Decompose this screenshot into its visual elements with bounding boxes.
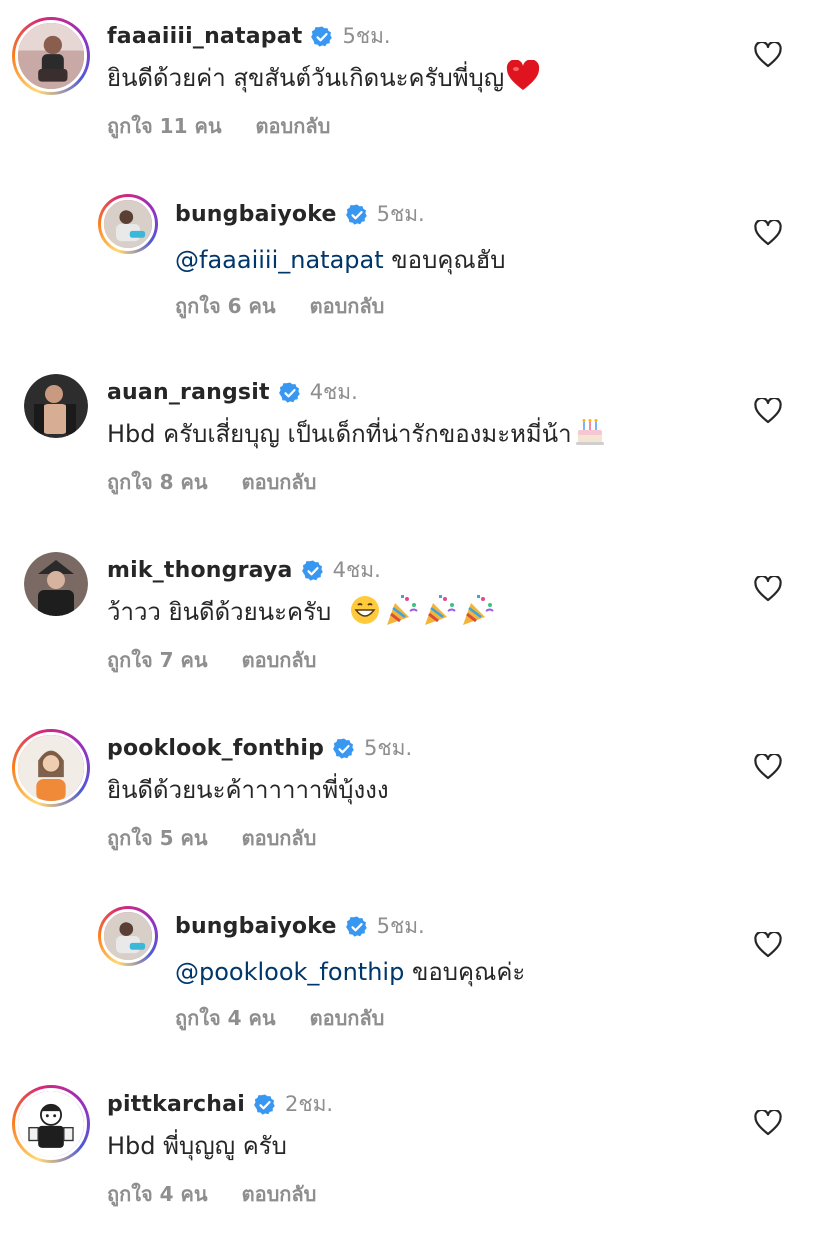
like-count[interactable]: ถูกใจ 4 คน [175, 1006, 276, 1030]
heart-outline-icon[interactable] [754, 398, 782, 424]
comment-text: Hbd ครับเสี่ยบุญ เป็นเด็กที่น่ารักของมะห… [107, 414, 606, 454]
comment-reply-item: bungbaiyoke 5ชม. @pooklook_fonthip ขอบคุ… [0, 712, 828, 1030]
avatar[interactable] [24, 552, 88, 616]
comment-item: auan_rangsit 4ชม. Hbd ครับเสี่ยบุญ เป็นเ… [0, 356, 828, 534]
comment-body: Hbd ครับเสี่ยบุญ เป็นเด็กที่น่ารักของมะห… [107, 420, 572, 448]
comment-meta: ถูกใจ 8 คน ตอบกลับ [107, 466, 316, 498]
reply-button[interactable]: ตอบกลับ [242, 470, 317, 494]
comment-reply-item: bungbaiyoke 5ชม. @faaaiiii_natapat ขอบคุ… [0, 0, 828, 318]
verified-badge-icon [253, 1093, 277, 1117]
timestamp: 5ชม. [376, 914, 425, 938]
avatar[interactable] [98, 906, 158, 966]
heart-outline-icon[interactable] [754, 576, 782, 602]
grinning-face-emoji [349, 594, 381, 632]
comment-meta: ถูกใจ 4 คน ตอบกลับ [175, 1002, 384, 1034]
like-count[interactable]: ถูกใจ 8 คน [107, 470, 208, 494]
heart-outline-icon[interactable] [754, 1110, 782, 1136]
comment-item: pittkarchai 2ชม. Hbd พี่บุญญู ครับ ถูกใจ… [0, 1068, 828, 1246]
birthday-cake-emoji [574, 416, 606, 454]
avatar[interactable] [98, 194, 158, 254]
verified-badge-icon [345, 915, 369, 939]
avatar[interactable] [24, 374, 88, 438]
comment-body: ขอบคุณฮับ [383, 246, 506, 274]
verified-badge-icon [345, 203, 369, 227]
comment-body: Hbd พี่บุญญู ครับ [107, 1132, 287, 1160]
timestamp: 2ชม. [284, 1092, 334, 1116]
comment-meta: ถูกใจ 7 คน ตอบกลับ [107, 644, 316, 676]
timestamp: 4ชม. [332, 558, 381, 582]
username[interactable]: auan_rangsit [107, 380, 270, 405]
comment-text: @pooklook_fonthip ขอบคุณค่ะ [175, 952, 525, 991]
avatar[interactable] [12, 1085, 90, 1163]
comment-body: ขอบคุณค่ะ [404, 958, 526, 986]
comment-body: ว้าวว ยินดีด้วยนะครับ [107, 598, 332, 626]
comment-text: @faaaiiii_natapat ขอบคุณฮับ [175, 240, 506, 279]
username[interactable]: pittkarchai [107, 1092, 245, 1117]
heart-outline-icon[interactable] [754, 932, 782, 958]
mention-link[interactable]: @faaaiiii_natapat [175, 246, 384, 274]
comment-text: ว้าวว ยินดีด้วยนะครับ [107, 592, 495, 633]
username[interactable]: bungbaiyoke [175, 202, 337, 227]
comment-meta: ถูกใจ 6 คน ตอบกลับ [175, 290, 384, 322]
reply-button[interactable]: ตอบกลับ [242, 648, 317, 672]
party-popper-emoji [421, 593, 457, 633]
timestamp: 5ชม. [376, 202, 425, 226]
like-count[interactable]: ถูกใจ 7 คน [107, 648, 208, 672]
reply-button[interactable]: ตอบกลับ [242, 1182, 317, 1206]
reply-button[interactable]: ตอบกลับ [310, 1006, 385, 1030]
heart-outline-icon[interactable] [754, 220, 782, 246]
comment-item: mik_thongraya 4ชม. ว้าวว ยินดีด้วยนะครับ… [0, 534, 828, 712]
verified-badge-icon [278, 381, 302, 405]
username[interactable]: mik_thongraya [107, 558, 293, 583]
mention-link[interactable]: @pooklook_fonthip [175, 958, 404, 986]
party-popper-emoji [383, 593, 419, 633]
like-count[interactable]: ถูกใจ 6 คน [175, 294, 276, 318]
party-popper-emoji [459, 593, 495, 633]
verified-badge-icon [301, 559, 325, 583]
like-count[interactable]: ถูกใจ 4 คน [107, 1182, 208, 1206]
timestamp: 4ชม. [309, 380, 358, 404]
comment-meta: ถูกใจ 4 คน ตอบกลับ [107, 1178, 316, 1210]
username[interactable]: bungbaiyoke [175, 914, 337, 939]
reply-button[interactable]: ตอบกลับ [310, 294, 385, 318]
comment-text: Hbd พี่บุญญู ครับ [107, 1126, 287, 1165]
